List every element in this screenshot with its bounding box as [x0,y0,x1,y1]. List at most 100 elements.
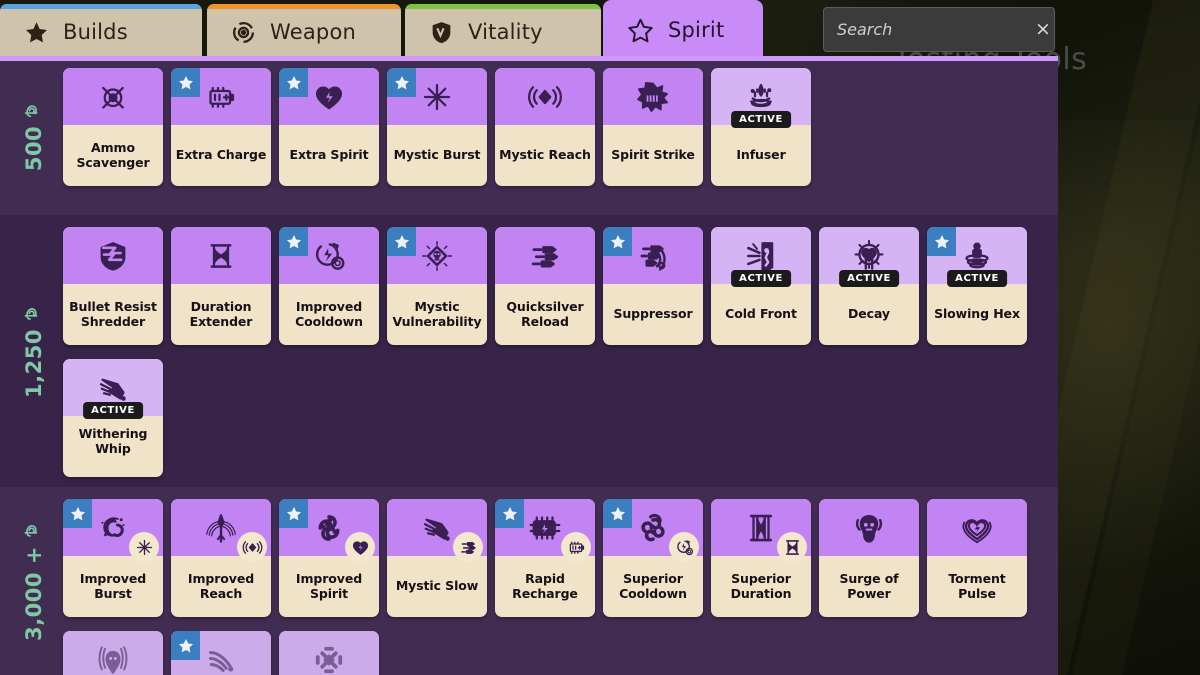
item-name: Improved Spirit [295,570,363,601]
item-card[interactable]: Improved Spirit [279,499,379,617]
item-name: Spirit Strike [611,147,695,163]
item-icon-area [603,68,703,125]
active-badge: ACTIVE [947,270,1007,287]
slowing-hex-icon [959,238,995,274]
item-card[interactable]: Improved Reach [171,499,271,617]
rapid-recharge-icon [527,510,563,546]
item-card[interactable]: Rapid Recharge [495,499,595,617]
star-badge-icon [279,499,308,528]
item-card[interactable]: Superior Cooldown [603,499,703,617]
star-badge-icon [171,68,200,97]
item-card[interactable]: ACTIVE Withering Whip [63,359,163,477]
search-clear-icon[interactable]: × [1035,20,1051,39]
surge-of-power-icon [850,509,888,547]
item-name: Suppressor [613,306,693,322]
item-icon-area [927,499,1027,556]
item-card[interactable]: Improved Cooldown [279,227,379,345]
improved-spirit-icon [310,509,348,547]
heart-bolt-icon [311,79,347,115]
item-name: Improved Cooldown [295,298,363,329]
search-box[interactable]: × [823,7,1055,52]
item-name: Superior Duration [730,570,792,601]
star-outline-icon [627,17,654,44]
fast-bullets-icon [526,237,564,275]
tier-price-text: 3,000 + [22,546,46,641]
star-badge-icon [279,227,308,256]
item-name: Mystic Vulnerability [392,298,482,329]
item-icon-area [63,499,163,562]
cooldown-icon [310,237,348,275]
star-filled-icon [24,20,49,45]
item-card[interactable]: Extra Charge [171,68,271,186]
item-icon-area [279,68,379,125]
star-badge-icon [63,499,92,528]
item-card[interactable]: Echo Shard [279,631,379,675]
tier-price-label: 1,250 [12,215,56,487]
item-card[interactable]: Mystic Burst [387,68,487,186]
tab-spirit[interactable]: Spirit [603,0,763,60]
star-badge-icon [387,68,416,97]
item-name: Mystic Reach [499,147,591,163]
infuser-icon [743,79,779,115]
item-card[interactable]: Superior Duration [711,499,811,617]
item-name: Decay [848,306,890,322]
item-card[interactable]: Bullet Resist Shredder [63,227,163,345]
tier-price-label: 3,000 + [12,487,56,675]
item-card[interactable]: Surge of Power [819,499,919,617]
item-name: Cold Front [725,306,797,322]
item-icon-area [603,499,703,562]
active-badge: ACTIVE [839,270,899,287]
item-shop-panel: 500 Ammo Scavenger Extra Charge Extra Spiri… [0,56,1058,675]
item-icon-area [279,631,379,675]
item-name: Improved Reach [187,570,255,601]
tab-label: Spirit [668,18,725,42]
curse-icon [203,642,239,675]
item-card[interactable]: ACTIVE Infuser [711,68,811,186]
item-card[interactable]: Mystic Vulnerability [387,227,487,345]
star-badge-icon [927,227,956,256]
superior-cooldown-icon [634,509,672,547]
item-card[interactable]: Mystic Slow [387,499,487,617]
item-name: Superior Cooldown [619,570,687,601]
star-badge-icon [603,227,632,256]
tab-builds[interactable]: Builds [0,4,202,60]
item-icon-area [279,227,379,284]
item-card[interactable]: Extra Spirit [279,68,379,186]
item-name: Mystic Slow [395,578,479,594]
item-icon-area [495,68,595,125]
soul-icon [23,304,46,323]
tab-color-bar [405,4,601,9]
soul-icon [23,521,46,540]
panel-top-accent-line [0,56,1058,61]
active-badge: ACTIVE [731,270,791,287]
item-name: Improved Burst [79,570,147,601]
item-card[interactable]: ACTIVE Cold Front [711,227,811,345]
item-card[interactable]: Quicksilver Reload [495,227,595,345]
item-name: Extra Spirit [289,147,369,163]
item-card[interactable]: ACTIVE Decay [819,227,919,345]
skull-diamond-icon [419,238,455,274]
escalating-exposure-icon [94,641,132,675]
item-card[interactable]: Improved Burst [63,499,163,617]
fast-bullets-icon [453,532,483,562]
cold-front-icon [742,237,780,275]
item-card[interactable]: Torment Pulse [927,499,1027,617]
tab-vitality[interactable]: Vitality [405,4,601,60]
item-card[interactable]: ACTIVE Slowing Hex [927,227,1027,345]
sound-waves-icon [527,79,563,115]
item-icon-area [171,499,271,562]
item-card[interactable]: Mystic Reach [495,68,595,186]
item-name: Torment Pulse [948,570,1006,601]
item-card[interactable]: Curse [171,631,271,675]
item-card[interactable]: Escalating Exposure [63,631,163,675]
item-card[interactable]: Duration Extender [171,227,271,345]
item-card[interactable]: Ammo Scavenger [63,68,163,186]
item-card[interactable]: Spirit Strike [603,68,703,186]
star-badge-icon [387,227,416,256]
item-card[interactable]: Suppressor [603,227,703,345]
search-input[interactable] [837,20,1035,39]
whip-icon [419,510,455,546]
suppressor-icon [634,237,672,275]
tab-weapon[interactable]: Weapon [207,4,401,60]
item-icon-area [63,68,163,125]
